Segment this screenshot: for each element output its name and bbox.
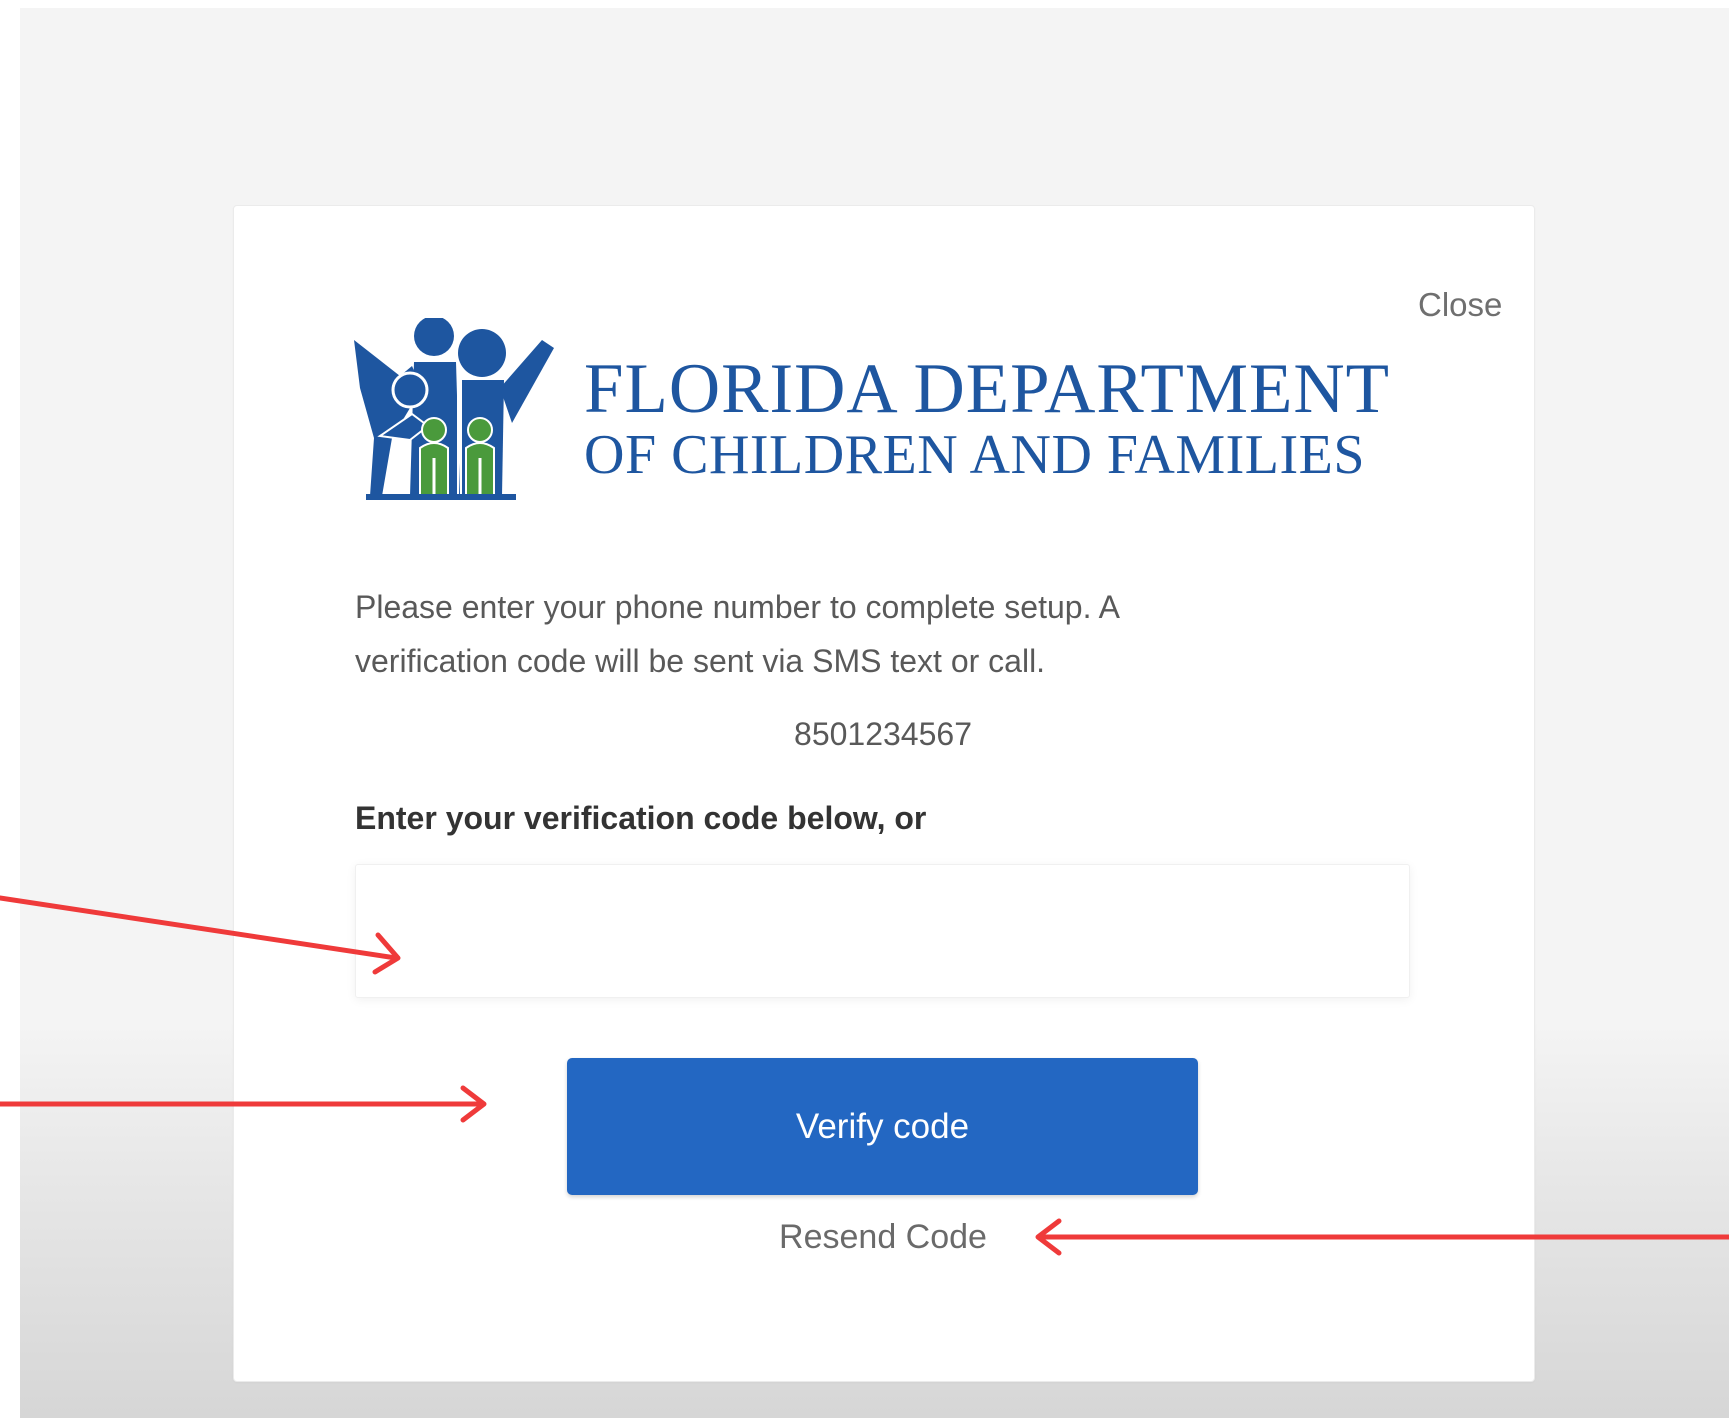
close-link[interactable]: Close	[1418, 286, 1502, 324]
logo-line-2: OF CHILDREN AND FAMILIES	[584, 424, 1365, 486]
logo-wordmark: FLORIDA DEPARTMENT OF CHILDREN AND FAMIL…	[584, 350, 1391, 486]
verification-code-input[interactable]	[355, 864, 1410, 998]
verification-code-label: Enter your verification code below, or	[355, 800, 927, 836]
dcf-logo: FLORIDA DEPARTMENT OF CHILDREN AND FAMIL…	[352, 318, 1422, 518]
logo-line-1: FLORIDA DEPARTMENT	[584, 350, 1391, 428]
instructions-text: Please enter your phone number to comple…	[355, 589, 1119, 679]
resend-code-link[interactable]: Resend Code	[233, 1218, 1533, 1257]
family-logo-icon	[354, 318, 554, 500]
verify-code-button[interactable]: Verify code	[567, 1058, 1198, 1195]
phone-number: 8501234567	[794, 716, 972, 752]
